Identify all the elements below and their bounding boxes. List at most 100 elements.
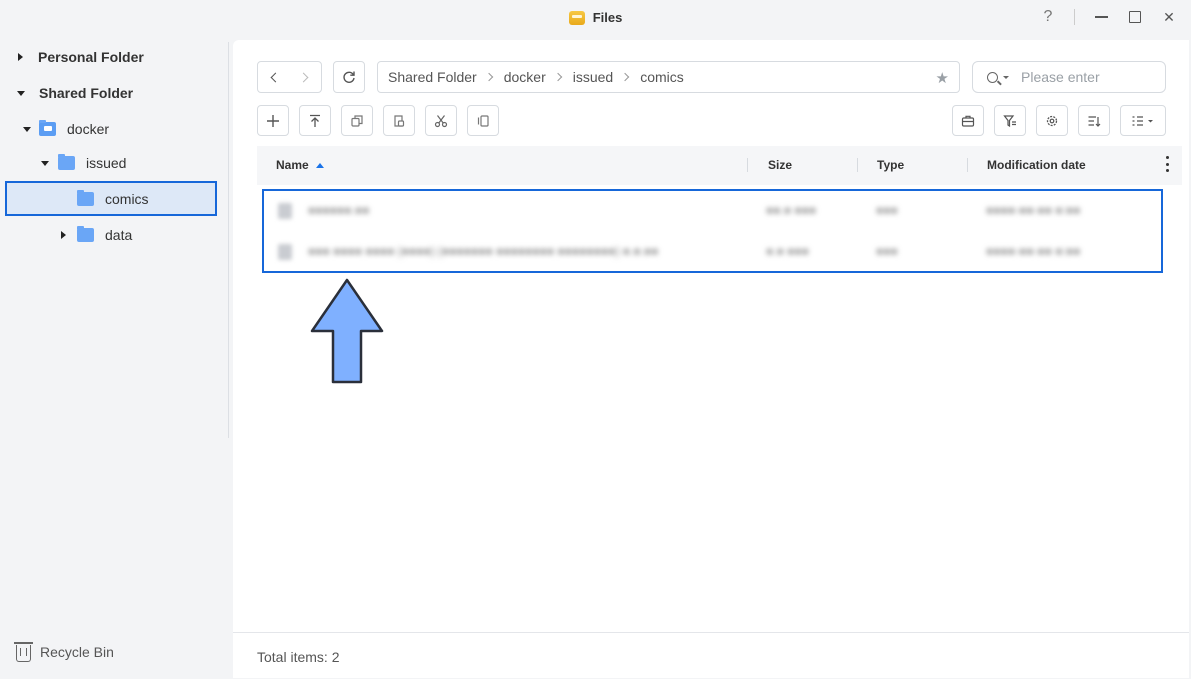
minimize-icon[interactable]: [1093, 9, 1109, 25]
file-list-highlight: ●●●●●●.●● ●●.● ●●● ●●● ●●●●-●●-●● ●:●● ●…: [262, 189, 1163, 273]
file-type: ●●●: [876, 244, 898, 258]
collapse-caret-icon[interactable]: [23, 126, 31, 132]
refresh-button[interactable]: [333, 61, 365, 93]
filter-button[interactable]: [994, 105, 1026, 136]
copy-icon: [351, 114, 363, 127]
view-mode-button[interactable]: [1120, 105, 1166, 136]
file-icon: [278, 203, 292, 219]
column-header-modification-date[interactable]: Modification date: [987, 158, 1086, 172]
search-input[interactable]: [1021, 69, 1151, 85]
breadcrumb-item-docker[interactable]: docker: [504, 69, 546, 85]
upload-button[interactable]: [299, 105, 331, 136]
tree-item-data[interactable]: data: [61, 218, 132, 252]
star-icon[interactable]: ★: [936, 69, 949, 87]
window-controls: ? ✕: [1040, 8, 1177, 25]
file-modification-date: ●●●●-●●-●● ●:●●: [986, 203, 1081, 217]
refresh-icon: [343, 71, 355, 83]
file-browser-panel: Shared Folder docker issued comics ★ Ple…: [233, 40, 1189, 678]
tree-item-label: comics: [105, 191, 149, 207]
close-icon[interactable]: ✕: [1161, 9, 1177, 25]
column-header-label: Name: [276, 158, 309, 172]
sort-ascending-icon: [315, 163, 324, 168]
recycle-bin-label: Recycle Bin: [40, 644, 114, 660]
tree-item-comics[interactable]: comics: [77, 182, 149, 216]
history-nav: [257, 61, 322, 93]
tree-item-label: docker: [67, 121, 110, 137]
collapse-caret-icon[interactable]: [41, 160, 49, 166]
breadcrumb-separator-icon: [484, 72, 493, 82]
settings-icon: [1046, 115, 1058, 126]
recycle-bin-icon: [14, 642, 33, 662]
search-box: [972, 61, 1166, 93]
search-icon[interactable]: [987, 71, 998, 83]
file-modification-date: ●●●●-●●-●● ●:●●: [986, 244, 1081, 258]
column-header-size[interactable]: Size: [768, 158, 792, 172]
breadcrumb-item-shared-folder[interactable]: Shared Folder: [388, 69, 477, 85]
recycle-bin[interactable]: Recycle Bin: [14, 642, 114, 662]
window-controls-divider: [1074, 9, 1075, 25]
file-icon: [278, 244, 292, 260]
breadcrumb-item-comics[interactable]: comics: [640, 69, 684, 85]
toolbox-button[interactable]: [952, 105, 984, 136]
upload-icon: [310, 114, 320, 127]
window-title: Files: [592, 10, 623, 25]
forward-icon[interactable]: [290, 62, 322, 92]
file-size: ●●.● ●●●: [766, 203, 817, 217]
expand-caret-icon[interactable]: [18, 53, 23, 61]
table-row[interactable]: ●●●●●●.●● ●●.● ●●● ●●● ●●●●-●●-●● ●:●●: [264, 191, 1161, 231]
folder-icon: [58, 154, 75, 170]
duplicate-button[interactable]: [467, 105, 499, 136]
view-mode-icon: [1132, 115, 1153, 126]
column-resize-handle[interactable]: [747, 158, 748, 172]
sort-button[interactable]: [1078, 105, 1110, 136]
tree-item-label: issued: [86, 155, 127, 171]
breadcrumb-item-issued[interactable]: issued: [573, 69, 613, 85]
paste-button[interactable]: [383, 105, 415, 136]
file-name: ●●●●●●.●●: [308, 203, 370, 217]
collapse-caret-icon[interactable]: [17, 90, 25, 96]
breadcrumb: Shared Folder docker issued comics ★: [377, 61, 960, 93]
filter-icon: [1003, 114, 1016, 127]
column-options-icon[interactable]: [1166, 156, 1170, 172]
folder-icon: [77, 190, 94, 206]
column-resize-handle[interactable]: [857, 158, 858, 172]
cut-button[interactable]: [425, 105, 457, 136]
file-size: ●.● ●●●: [766, 244, 809, 258]
tree-item-issued[interactable]: issued: [41, 146, 126, 180]
table-row[interactable]: ●●● ●●●● ●●●● (●●●●) (●●●●●●● ●●●●●●●● ●…: [264, 232, 1161, 272]
maximize-icon[interactable]: [1127, 9, 1143, 25]
sidebar-divider[interactable]: [228, 42, 229, 438]
column-header-name[interactable]: Name: [276, 158, 324, 172]
status-bar: Total items: 2: [233, 632, 1189, 678]
tree-item-docker[interactable]: docker: [23, 112, 109, 146]
total-items-count: Total items: 2: [257, 649, 340, 665]
column-header-type[interactable]: Type: [877, 158, 904, 172]
create-icon: [267, 114, 279, 127]
sidebar-item-label: Shared Folder: [39, 85, 134, 101]
breadcrumb-separator-icon: [620, 72, 630, 82]
sort-icon: [1088, 115, 1101, 127]
table-header: Name Size Type Modification date: [257, 146, 1182, 185]
tree-item-label: data: [105, 227, 133, 243]
paste-icon: [394, 114, 405, 127]
settings-button[interactable]: [1036, 105, 1068, 136]
sidebar-item-shared-folder[interactable]: Shared Folder: [17, 76, 133, 110]
copy-button[interactable]: [341, 105, 373, 136]
column-resize-handle[interactable]: [967, 158, 968, 172]
breadcrumb-separator-icon: [553, 72, 562, 82]
window-title-area: Files: [0, 10, 1191, 28]
create-button[interactable]: [257, 105, 289, 136]
title-bar: Files ? ✕: [0, 0, 1191, 38]
file-type: ●●●: [876, 203, 898, 217]
expand-caret-icon[interactable]: [61, 231, 66, 239]
toolbox-icon: [961, 115, 975, 127]
files-app-icon: [568, 10, 585, 25]
folder-icon: [77, 226, 94, 242]
cut-icon: [434, 114, 448, 127]
file-name: ●●● ●●●● ●●●● (●●●●) (●●●●●●● ●●●●●●●● ●…: [308, 244, 659, 258]
docker-folder-icon: [39, 120, 56, 136]
search-options-dropdown-icon[interactable]: [1003, 75, 1009, 79]
sidebar-item-personal-folder[interactable]: Personal Folder: [18, 40, 144, 74]
help-icon[interactable]: ?: [1040, 8, 1056, 25]
back-icon[interactable]: [258, 62, 290, 92]
